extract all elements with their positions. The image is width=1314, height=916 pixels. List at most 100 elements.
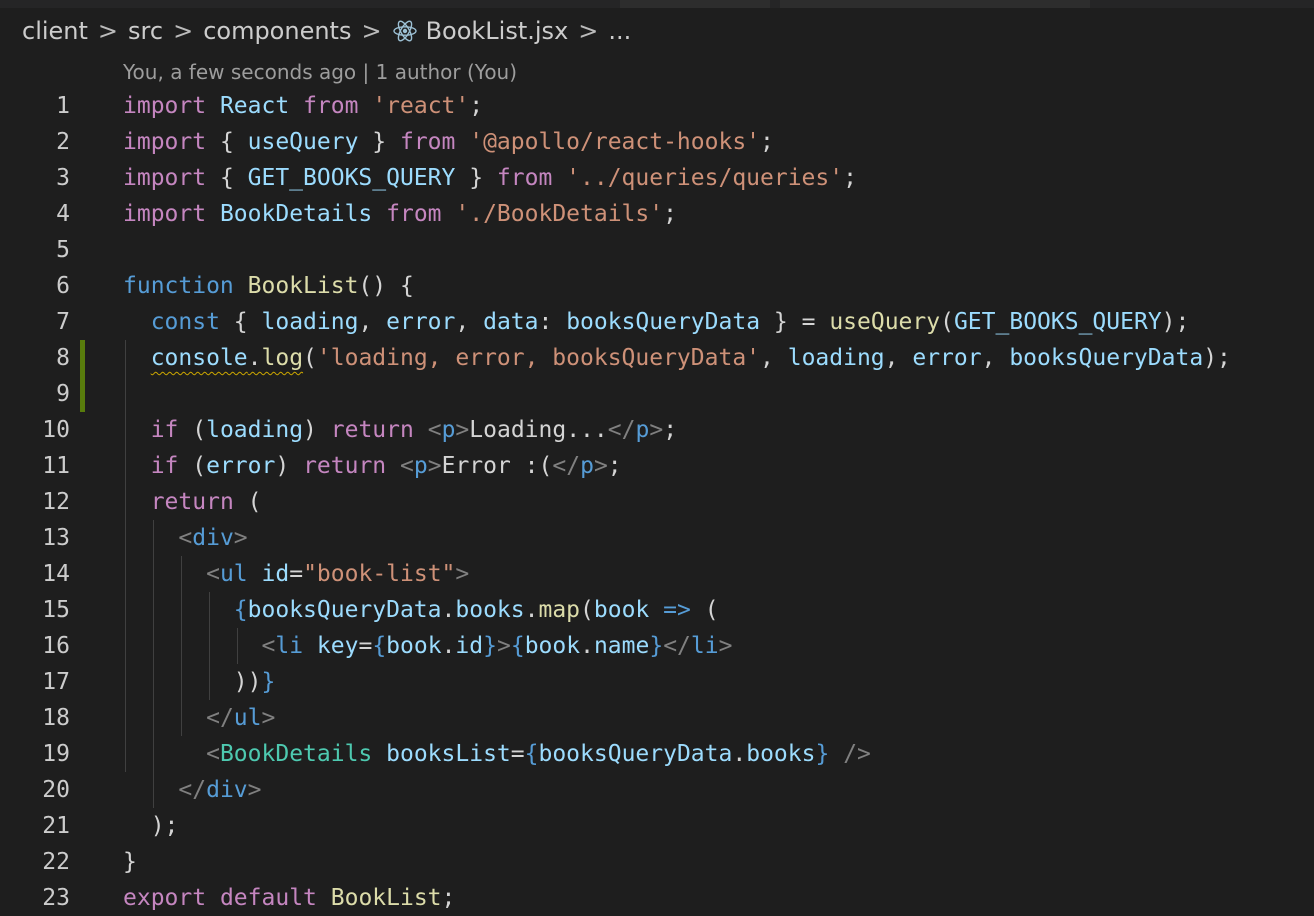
line-number: 10 <box>42 417 70 443</box>
code-token: . <box>441 597 456 623</box>
code-token: </ <box>663 633 691 659</box>
code-line[interactable]: 2 import { useQuery } from '@apollo/react… <box>0 124 1314 160</box>
code-token: li <box>275 633 304 659</box>
code-line[interactable]: 6 function BookList() { <box>0 268 1314 304</box>
code-token: if <box>150 453 179 479</box>
code-line[interactable]: 8 console.log('loading, error, booksQuer… <box>0 340 1314 376</box>
code-text: </ul> <box>123 700 275 736</box>
code-token: default <box>219 885 317 911</box>
chevron-right-icon: > <box>97 17 119 45</box>
chevron-right-icon: > <box>361 17 382 45</box>
code-token: . <box>441 633 456 659</box>
code-token: > <box>427 453 442 479</box>
line-number: 12 <box>42 489 70 515</box>
code-token: : <box>538 309 567 335</box>
code-line[interactable]: 11 if (error) return <p>Error :(</p>; <box>0 448 1314 484</box>
code-line[interactable]: 21 ); <box>0 808 1314 844</box>
code-text: } <box>123 844 137 880</box>
code-line[interactable]: 9 <box>0 376 1314 412</box>
code-text: const { loading, error, data: booksQuery… <box>123 304 1190 340</box>
code-line[interactable]: 15 {booksQueryData.books.map(book => ( <box>0 592 1314 628</box>
code-line[interactable]: 19 <BookDetails booksList={booksQueryDat… <box>0 736 1314 772</box>
line-number: 6 <box>56 273 70 299</box>
tab-segment[interactable] <box>620 0 770 8</box>
code-token: import <box>123 129 207 155</box>
code-token: book <box>386 633 442 659</box>
code-token: div <box>206 777 248 803</box>
breadcrumb-item-components[interactable]: components <box>203 17 351 45</box>
code-line[interactable]: 7 const { loading, error, data: booksQue… <box>0 304 1314 340</box>
code-token: "book-list" <box>303 561 456 587</box>
line-number: 22 <box>42 849 70 875</box>
line-number: 21 <box>42 813 70 839</box>
git-blame-codelens[interactable]: You, a few seconds ago | 1 author (You) <box>123 60 517 84</box>
code-token: loading <box>206 417 304 443</box>
code-token: { <box>372 633 387 659</box>
breadcrumb-item-client[interactable]: client <box>22 17 88 45</box>
code-line[interactable]: 16 <li key={book.id}>{book.name}</li> <box>0 628 1314 664</box>
code-token: booksQueryData <box>566 309 761 335</box>
code-token: React <box>219 93 290 119</box>
code-token: ; <box>843 165 857 191</box>
code-line[interactable]: 20 </div> <box>0 772 1314 808</box>
code-token: import <box>123 165 207 191</box>
code-token: } <box>123 849 137 875</box>
code-line[interactable]: 18 </ul> <box>0 700 1314 736</box>
code-token: '@apollo/react-hooks' <box>469 129 761 155</box>
code-token: data <box>483 309 539 335</box>
code-line[interactable]: 23 export default BookList; <box>0 880 1314 916</box>
code-text: console.log('loading, error, booksQueryD… <box>123 340 1231 376</box>
breadcrumb-more[interactable]: ... <box>608 17 631 45</box>
code-line[interactable]: 10 if (loading) return <p>Loading...</p>… <box>0 412 1314 448</box>
code-token: } = <box>760 309 830 335</box>
code-token: > <box>496 633 511 659</box>
code-token: => <box>663 597 691 623</box>
line-number: 11 <box>42 453 70 479</box>
code-text: </div> <box>123 772 261 808</box>
code-token: () { <box>358 273 414 299</box>
code-line[interactable]: 5 <box>0 232 1314 268</box>
code-text: if (error) return <p>Error :(</p>; <box>123 448 622 484</box>
tab-segment[interactable] <box>780 0 1090 8</box>
code-line[interactable]: 12 return ( <box>0 484 1314 520</box>
code-line[interactable]: 13 <div> <box>0 520 1314 556</box>
code-line[interactable]: 17 ))} <box>0 664 1314 700</box>
code-token: > <box>455 561 470 587</box>
code-line[interactable]: 22} <box>0 844 1314 880</box>
code-token: ); <box>123 813 179 839</box>
code-text: export default BookList; <box>123 880 455 916</box>
code-token: import <box>123 93 207 119</box>
code-token: booksList <box>386 741 511 767</box>
code-token: ; <box>760 129 774 155</box>
git-modified-indicator[interactable] <box>80 376 85 412</box>
code-token: loading <box>787 345 885 371</box>
code-editor[interactable]: 1 import React from 'react'; 2 import { use… <box>0 88 1314 916</box>
code-token: < <box>178 525 193 551</box>
git-modified-indicator[interactable] <box>80 340 85 376</box>
code-line[interactable]: 3 import { GET_BOOKS_QUERY } from '../que… <box>0 160 1314 196</box>
code-token: < <box>427 417 442 443</box>
code-token: ); <box>1203 345 1231 371</box>
code-token: 'react' <box>372 93 470 119</box>
code-token: ); <box>1161 309 1190 335</box>
code-line[interactable]: 14 <ul id="book-list"> <box>0 556 1314 592</box>
code-token: > <box>233 525 248 551</box>
code-token: . <box>580 633 594 659</box>
code-token: } <box>649 633 664 659</box>
code-token: BookDetails <box>219 201 373 227</box>
line-number: 16 <box>42 633 70 659</box>
code-line[interactable]: 4 import BookDetails from './BookDetails'… <box>0 196 1314 232</box>
code-line[interactable]: 1 import React from 'react'; <box>0 88 1314 124</box>
code-token: export <box>123 885 207 911</box>
breadcrumb-item-src[interactable]: src <box>128 17 163 45</box>
breadcrumb-file[interactable]: BookList.jsx <box>426 17 569 45</box>
